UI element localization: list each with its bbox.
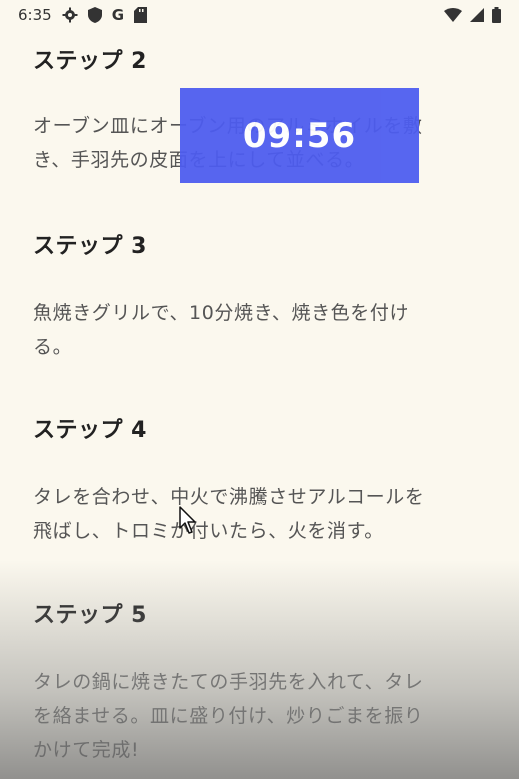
mouse-cursor-icon bbox=[179, 506, 199, 536]
battery-icon bbox=[492, 7, 501, 23]
status-time: 6:35 bbox=[18, 6, 52, 24]
step-body-line: 飛ばし、トロミが付いたら、火を消す。 bbox=[33, 520, 384, 542]
signal-icon bbox=[470, 8, 484, 22]
step-title: ステップ 4 bbox=[33, 418, 147, 443]
wifi-icon bbox=[444, 8, 462, 22]
google-icon: G bbox=[111, 6, 124, 24]
timer-value: 09:56 bbox=[242, 115, 357, 156]
step-title: ステップ 5 bbox=[33, 603, 147, 628]
step-body-line: る。 bbox=[33, 336, 73, 358]
status-left: 6:35 G bbox=[18, 6, 147, 24]
timer-overlay[interactable]: 09:56 bbox=[180, 88, 419, 183]
gear-icon bbox=[62, 7, 78, 23]
sd-card-icon bbox=[134, 7, 147, 23]
step-body-line: を絡ませる。皿に盛り付け、炒りごまを振り bbox=[33, 705, 424, 727]
status-bar: 6:35 G bbox=[0, 0, 519, 30]
step-body: 魚焼きグリルで、10分焼き、焼き色を付け る。 bbox=[33, 296, 493, 364]
step-body-line: かけて完成! bbox=[33, 739, 140, 761]
step-body-line: タレの鍋に焼きたての手羽先を入れて、タレ bbox=[33, 671, 424, 693]
step-3: ステップ 3 魚焼きグリルで、10分焼き、焼き色を付け る。 bbox=[33, 228, 493, 364]
step-title: ステップ 2 bbox=[33, 49, 147, 74]
step-body-line: 魚焼きグリルで、10分焼き、焼き色を付け bbox=[33, 302, 410, 324]
step-4: ステップ 4 タレを合わせ、中火で沸騰させアルコールを 飛ばし、トロミが付いたら… bbox=[33, 412, 493, 548]
step-body: タレを合わせ、中火で沸騰させアルコールを 飛ばし、トロミが付いたら、火を消す。 bbox=[33, 480, 493, 548]
step-5: ステップ 5 タレの鍋に焼きたての手羽先を入れて、タレ を絡ませる。皿に盛り付け… bbox=[33, 597, 493, 767]
step-body: タレの鍋に焼きたての手羽先を入れて、タレ を絡ませる。皿に盛り付け、炒りごまを振… bbox=[33, 665, 493, 767]
status-right bbox=[444, 7, 501, 23]
step-title: ステップ 3 bbox=[33, 234, 147, 259]
step-body-line: タレを合わせ、中火で沸騰させアルコールを bbox=[33, 486, 425, 508]
shield-icon bbox=[87, 7, 102, 23]
